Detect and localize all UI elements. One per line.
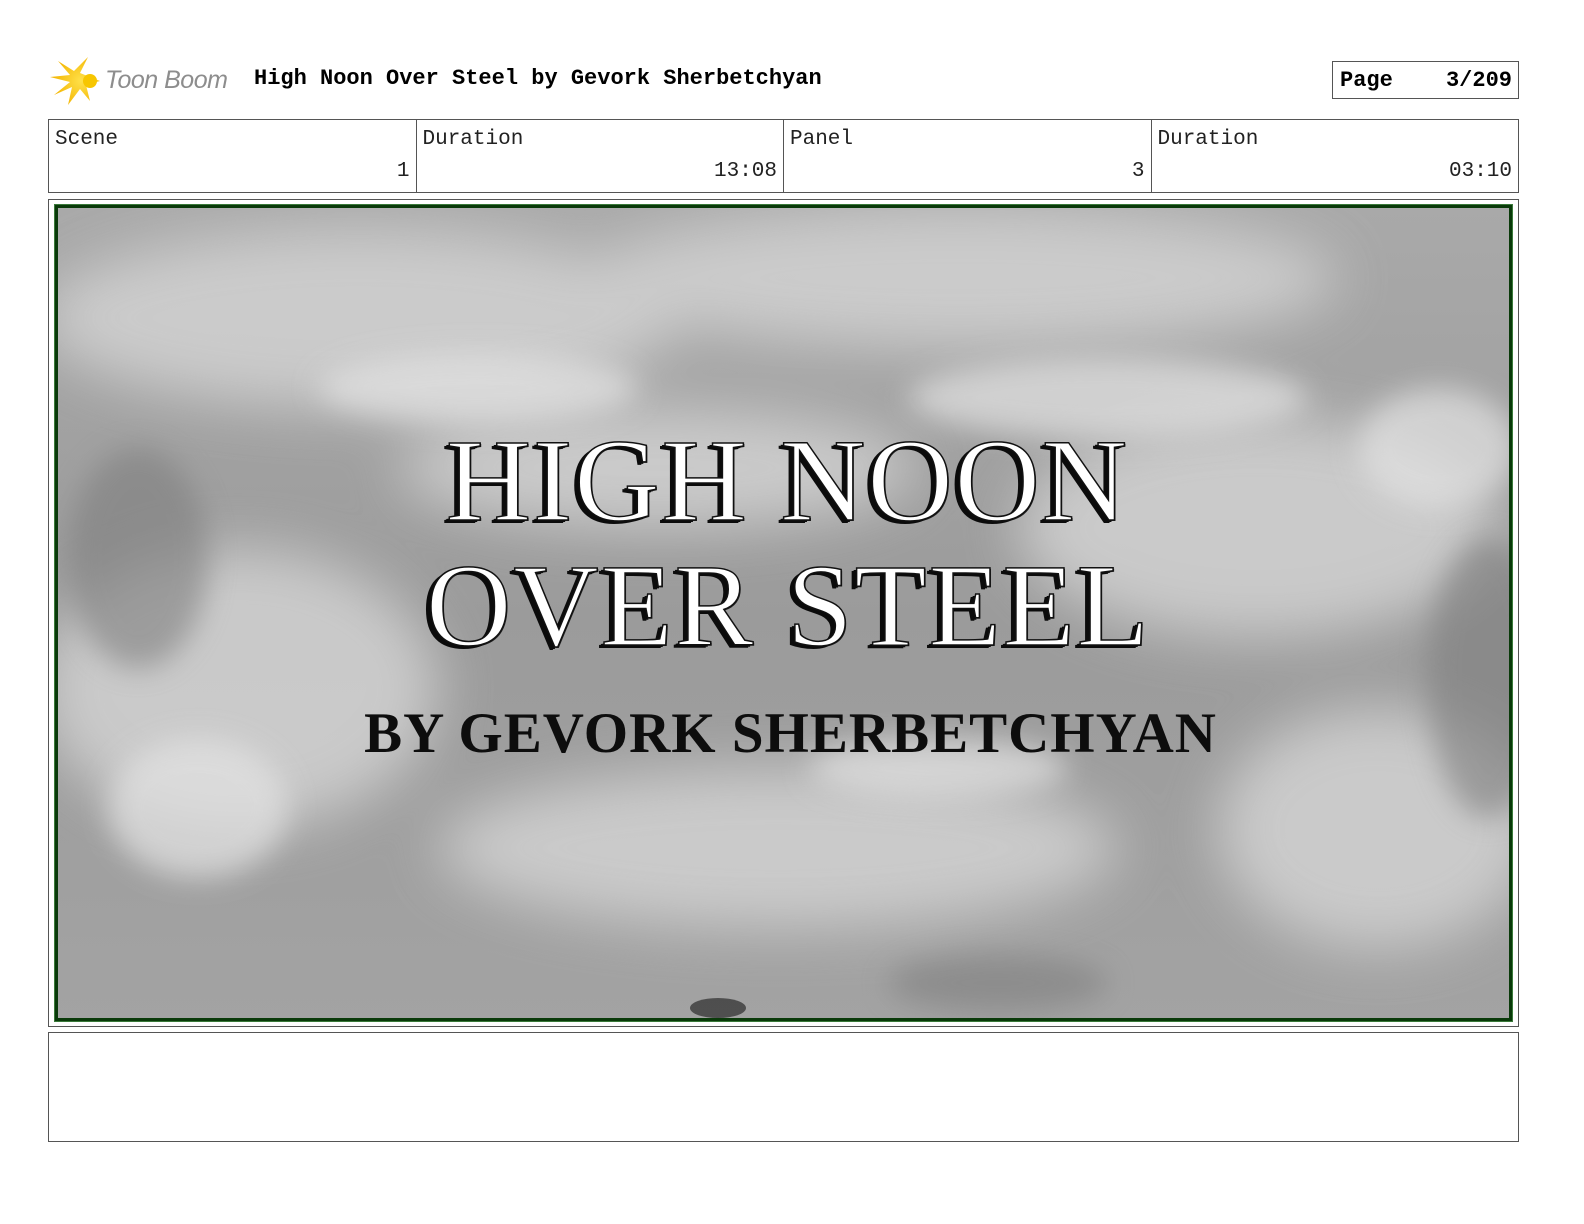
title-line-2: OVER STEEL <box>425 539 1151 672</box>
panel-value: 3 <box>1131 160 1145 183</box>
panel-duration-label: Duration <box>1157 128 1259 151</box>
panel-notes-box <box>48 1032 1519 1142</box>
page-number: 3/209 <box>1445 68 1512 93</box>
title-card: HIGH NOON OVER STEEL BY GEVORK SHERBETCH… <box>58 208 1509 1018</box>
scene-duration-cell: Duration 13:08 <box>415 120 784 192</box>
scene-cell: Scene 1 <box>49 120 416 192</box>
title-line-1: HIGH NOON <box>445 414 1130 547</box>
page-indicator: Page 3/209 <box>1332 61 1519 99</box>
panel-duration-cell: Duration 03:10 <box>1150 120 1519 192</box>
panel-cell: Panel 3 <box>783 120 1151 192</box>
scene-info-row: Scene 1 Duration 13:08 Panel 3 Duration … <box>48 119 1519 193</box>
author-line: BY GEVORK SHERBETCHYAN <box>364 702 1217 765</box>
scene-label: Scene <box>55 128 119 151</box>
storyboard-panel-image: HIGH NOON OVER STEEL BY GEVORK SHERBETCH… <box>54 204 1513 1022</box>
page-label: Page <box>1340 68 1393 93</box>
scene-duration-value: 13:08 <box>713 160 777 183</box>
scene-value: 1 <box>396 160 410 183</box>
starburst-icon <box>50 57 100 105</box>
panel-duration-value: 03:10 <box>1448 160 1512 183</box>
panel-label: Panel <box>790 128 854 151</box>
logo-text: Toon Boom <box>105 66 228 94</box>
document-title: High Noon Over Steel by Gevork Sherbetch… <box>254 66 822 91</box>
toon-boom-logo: Toon Boom <box>50 55 240 107</box>
scene-duration-label: Duration <box>422 128 524 151</box>
